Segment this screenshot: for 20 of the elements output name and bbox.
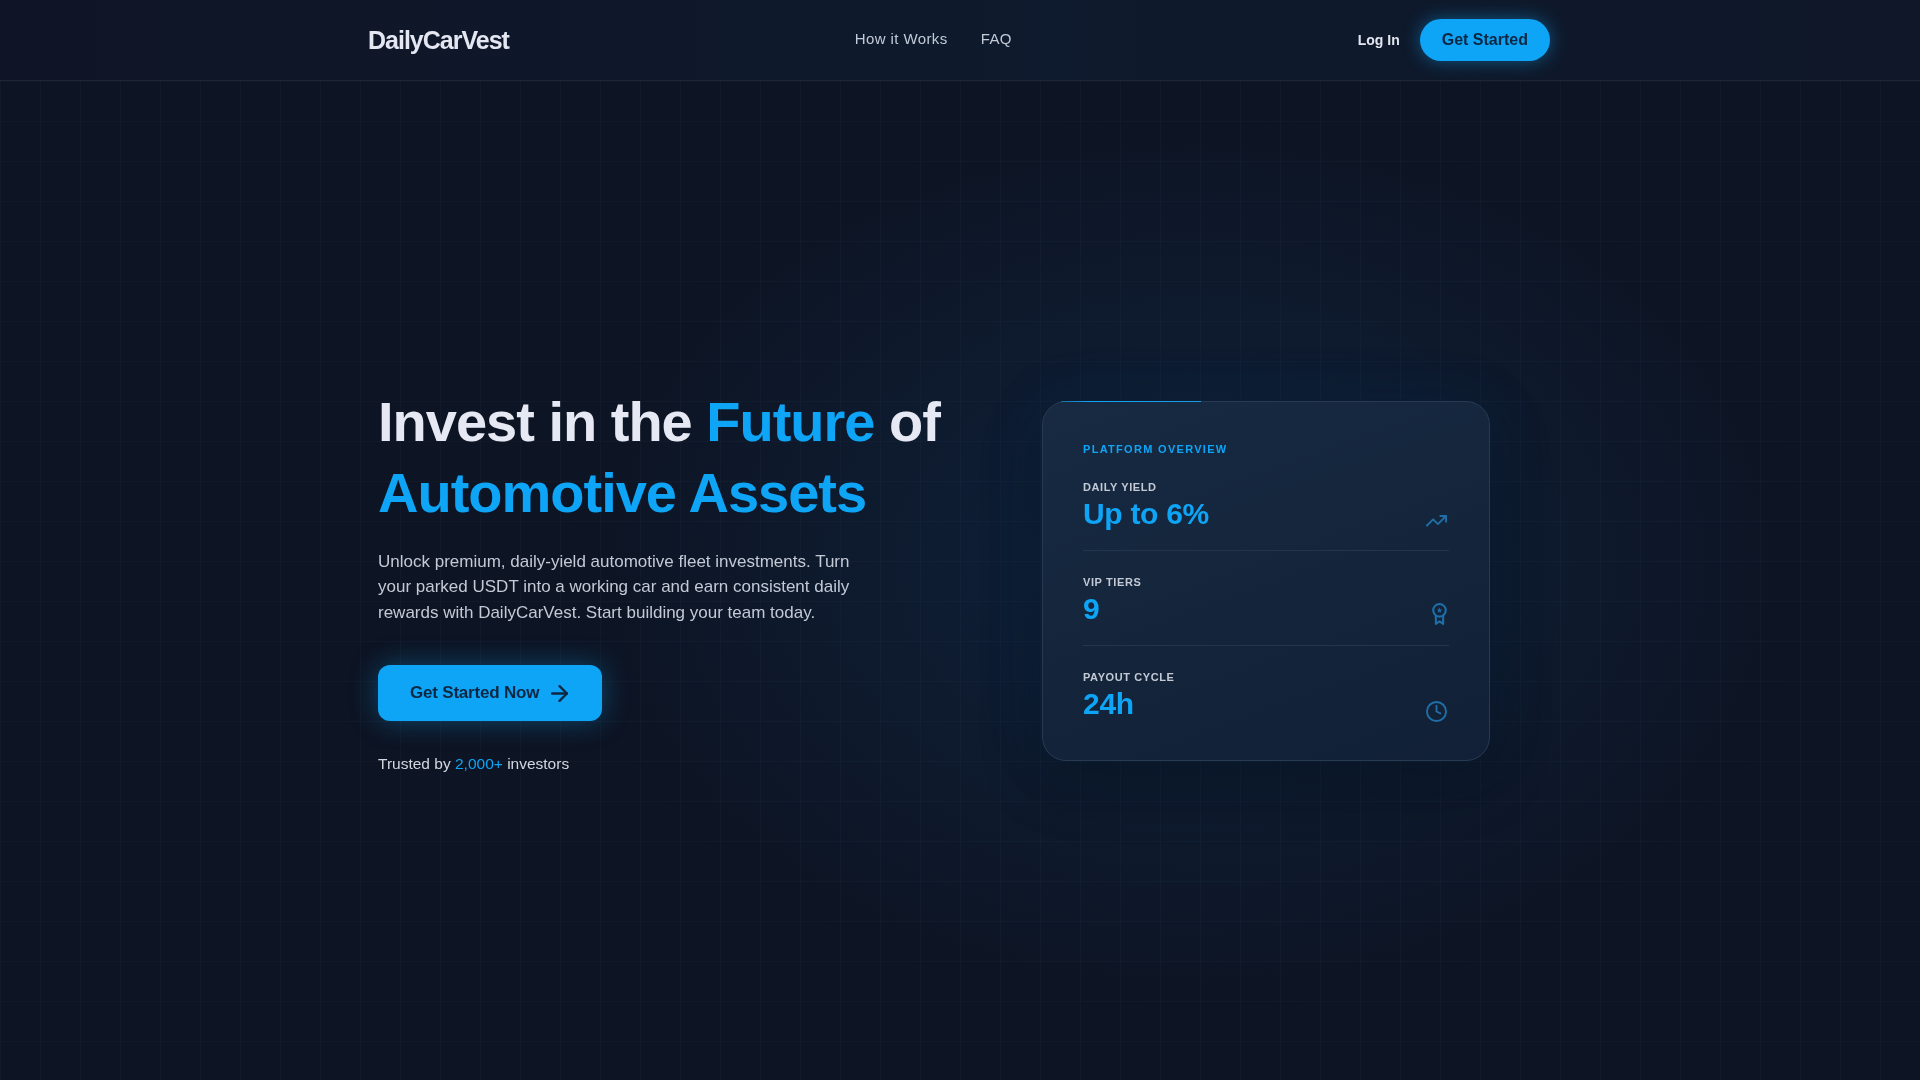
trust-note: Trusted by 2,000+ investors [378,754,571,775]
login-link[interactable]: Log In [1357,32,1400,48]
logo[interactable]: DailyCarVest [368,25,509,55]
stat-label: PAYOUT CYCLE [1083,669,1175,684]
award-icon [1432,602,1447,626]
get-started-now-button[interactable]: Get Started Now [378,665,603,722]
stat-label: VIP TIERS [1083,574,1142,589]
clock-icon [1426,700,1447,722]
stat-value: Up to 6% [1083,495,1209,532]
stat-value: 24h [1083,685,1135,722]
trending-up-icon [1426,515,1447,527]
nav-link[interactable]: How it Works [854,30,948,47]
hero-heading: Invest in the Future of Automotive Assets [378,388,942,526]
nav-link[interactable]: FAQ [980,30,1012,47]
stat-value: 9 [1083,590,1101,627]
arrow-right-icon [551,684,569,702]
hero-description: Unlock premium, daily-yield automotive fleet investments. Turn your parked USDT into a working car and earn consistent daily rewards with DailyCarVest. Start building your team today. [378,550,851,624]
get-started-button[interactable]: Get Started [1419,19,1550,61]
card-title: PLATFORM OVERVIEW [1083,441,1229,456]
stat-label: DAILY YIELD [1083,479,1158,494]
